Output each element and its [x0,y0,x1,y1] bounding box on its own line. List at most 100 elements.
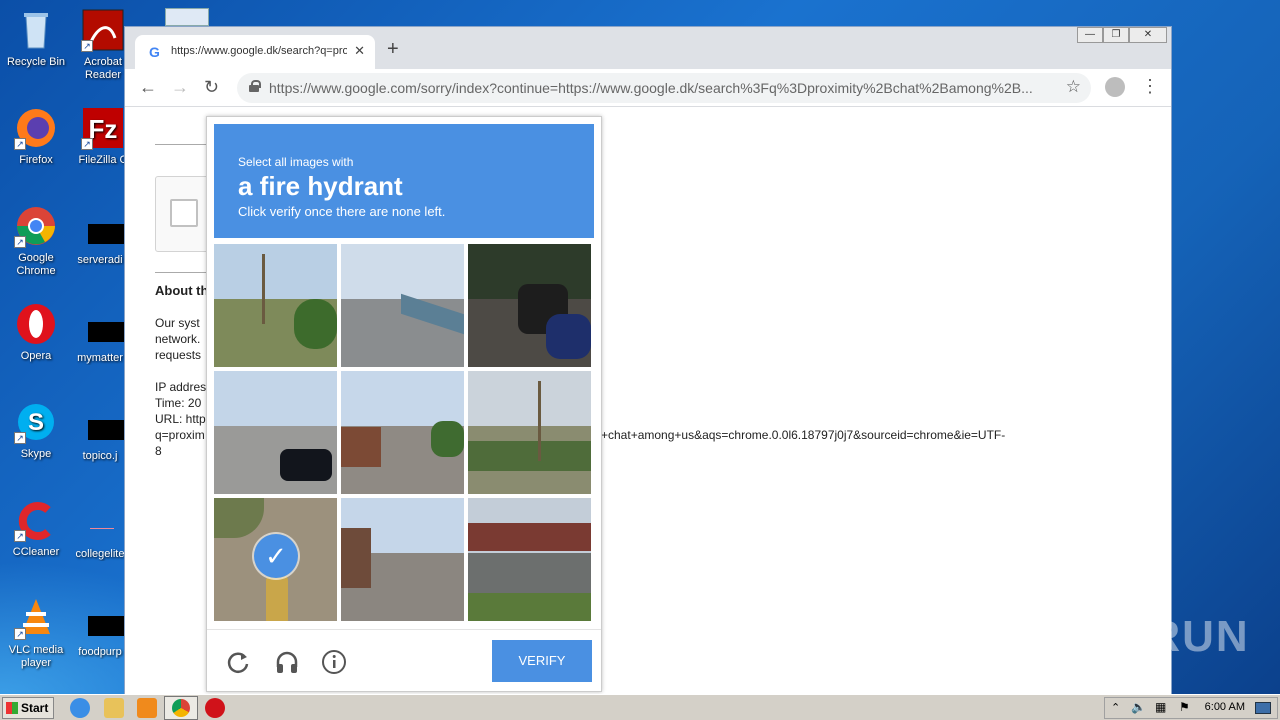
captcha-tile[interactable] [468,371,591,494]
shortcut-arrow-icon: ↗ [81,40,93,52]
desktop-icon-foodpurp[interactable]: foodpurp [70,614,130,659]
chrome-icon: ↗ [14,204,58,248]
vlc-icon: ↗ [14,596,58,640]
shortcut-arrow-icon: ↗ [14,236,26,248]
opera-icon [14,302,58,346]
desktop-file-icon[interactable] [165,8,209,26]
page-text-line: Time: 20 [155,396,202,410]
desktop-icon-firefox[interactable]: ↗ Firefox [0,106,72,167]
chrome-icon [172,699,190,717]
captcha-instruction: Click verify once there are none left. [238,204,446,219]
start-label: Start [21,701,49,715]
captcha-challenge: Select all images with a fire hydrant Cl… [206,116,602,692]
desktop-icon-vlc[interactable]: ↗ VLC media player [0,596,72,670]
back-arrow-icon[interactable]: ← [139,77,157,97]
minimize-button[interactable]: — [1077,27,1103,43]
desktop-icon-recycle-bin[interactable]: Recycle Bin [0,8,72,69]
redacted-icon [88,224,124,244]
shortcut-arrow-icon: ↗ [14,530,26,542]
page-text-line: Our syst [155,316,200,330]
page-text-line: IP addres [155,380,207,394]
firefox-icon: ↗ [14,106,58,150]
page-text-line: network. [155,332,201,346]
page-text-line: q=proxim [155,428,205,442]
captcha-tile-selected[interactable]: ✓ [214,498,337,621]
url-text[interactable]: https://www.google.com/sorry/index?conti… [269,80,1059,96]
desktop-icon-serveradi[interactable]: serveradi [70,222,130,267]
redacted-icon [88,616,124,636]
clock[interactable]: 6:00 AM [1205,701,1245,713]
desktop-icon-mymatter[interactable]: mymatter [70,320,130,365]
ie-icon[interactable] [70,698,90,718]
tab-close-icon[interactable]: ✕ [354,43,365,59]
acrobat-icon: ↗ [81,8,125,52]
menu-dots-icon[interactable]: ⋮ [1141,76,1159,96]
ccleaner-icon: ↗ [14,498,58,542]
captcha-tile[interactable] [214,244,337,367]
profile-avatar-icon[interactable] [1105,77,1125,97]
info-icon[interactable] [321,648,349,676]
captcha-tile[interactable] [341,244,464,367]
browser-tab[interactable]: G https://www.google.dk/search?q=proximi… [135,35,375,69]
url-tail-text: +chat+among+us&aqs=chrome.0.0l6.18797j0j… [601,428,1006,442]
network-icon[interactable]: ▦ [1155,700,1166,714]
recycle-bin-icon [14,8,58,52]
filezilla-icon: Fz ↗ [81,106,125,150]
google-favicon-icon: G [149,44,160,60]
reload-icon[interactable]: ↻ [204,77,219,97]
captcha-tile[interactable] [468,244,591,367]
recaptcha-checkbox[interactable] [170,199,198,227]
captcha-prompt: Select all images with [238,155,354,169]
shortcut-arrow-icon: ↗ [14,138,26,150]
fire-hydrant [266,572,288,621]
skype-icon: S ↗ [14,400,58,444]
svg-text:S: S [28,409,44,436]
verify-button[interactable]: VERIFY [492,640,592,682]
action-center-flag-icon[interactable]: ⚑ [1179,700,1190,714]
desktop-icon-skype[interactable]: S ↗ Skype [0,400,72,461]
page-text-line: requests [155,348,202,362]
close-window-button[interactable]: ✕ [1129,27,1167,43]
captcha-image-grid: ✓ [214,244,594,624]
new-tab-button[interactable]: + [387,39,399,59]
show-desktop-icon[interactable] [1255,702,1271,714]
taskbar: Start ⌃ 🔈 ▦ ⚑ 6:00 AM [0,694,1280,720]
captcha-target: a fire hydrant [238,171,403,201]
address-bar[interactable]: https://www.google.com/sorry/index?conti… [237,73,1091,103]
start-button[interactable]: Start [2,697,54,719]
captcha-tile[interactable] [341,498,464,621]
doc-icon [90,528,114,529]
desktop-icon-topico[interactable]: topico.j [70,418,130,463]
desktop-icon-opera[interactable]: Opera [0,302,72,363]
maximize-button[interactable]: ❐ [1103,27,1129,43]
show-hidden-icons-icon[interactable]: ⌃ [1111,701,1120,714]
lock-icon [249,80,261,92]
shortcut-arrow-icon: ↗ [14,628,26,640]
page-text-line: URL: http [155,412,206,426]
audio-challenge-icon[interactable] [273,648,301,676]
tab-strip: G https://www.google.dk/search?q=proximi… [125,27,1171,69]
explorer-folder-icon[interactable] [104,698,124,718]
captcha-tile[interactable] [341,371,464,494]
bookmark-star-icon[interactable]: ☆ [1066,77,1081,97]
about-heading: About th [155,283,209,298]
redacted-icon [88,420,124,440]
reload-challenge-icon[interactable] [225,648,253,676]
media-player-icon[interactable] [137,698,157,718]
captcha-header: Select all images with a fire hydrant Cl… [214,124,594,238]
captcha-tile[interactable] [214,371,337,494]
windows-logo-icon [6,702,18,714]
forward-arrow-icon[interactable]: → [171,77,189,97]
desktop-icon-ccleaner[interactable]: ↗ CCleaner [0,498,72,559]
checkmark-icon: ✓ [254,534,298,578]
opera-icon[interactable] [205,698,225,718]
browser-toolbar: ← → ↻ https://www.google.com/sorry/index… [125,69,1171,107]
captcha-tile[interactable] [468,498,591,621]
tab-title: https://www.google.dk/search?q=proximity… [171,45,347,57]
shortcut-arrow-icon: ↗ [14,432,26,444]
desktop-icon-chrome[interactable]: ↗ Google Chrome [0,204,72,278]
redacted-icon [88,322,124,342]
volume-icon[interactable]: 🔈 [1131,700,1146,714]
taskbar-chrome-button[interactable] [164,696,198,720]
desktop-icon-collegelite[interactable]: collegelite [70,516,130,561]
